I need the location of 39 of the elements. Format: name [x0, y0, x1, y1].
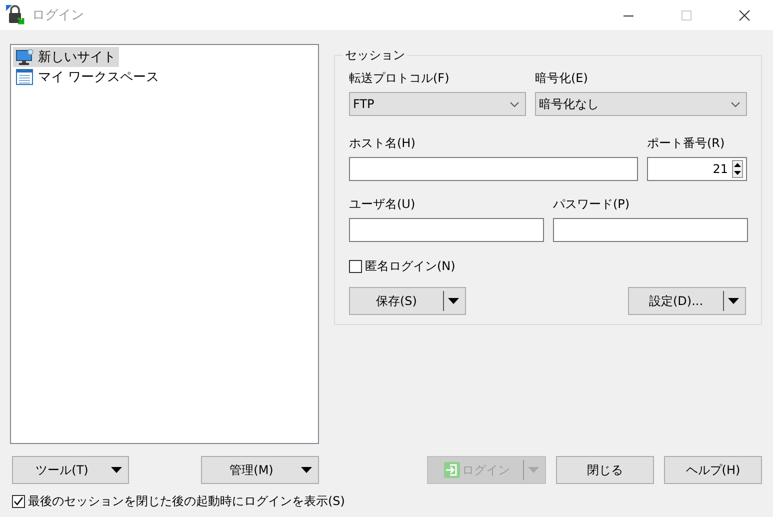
manage-button[interactable]: 管理(M) — [201, 456, 319, 484]
group-title: セッション — [344, 47, 406, 64]
site-tree-item[interactable]: マイ ワークスペース — [13, 67, 162, 87]
field-label: ホスト名(H) — [349, 135, 416, 151]
field-label: ポート番号(R) — [647, 135, 726, 151]
caret-icon — [111, 467, 122, 473]
field-label: ユーザ名(U) — [349, 196, 416, 212]
window-title: ログイン — [32, 7, 85, 24]
password-input-field[interactable] — [553, 218, 748, 242]
checkbox-label: 最後のセッションを閉じた後の起動時にログインを表示(S) — [28, 493, 345, 510]
settings-button[interactable]: 設定(D)... — [628, 287, 746, 315]
protocol-dropdown[interactable]: FTP — [349, 92, 526, 116]
help-button[interactable]: ヘルプ(H) — [664, 456, 762, 484]
checkbox[interactable] — [349, 260, 362, 273]
field-label: パスワード(P) — [553, 196, 631, 212]
checkbox[interactable] — [12, 495, 25, 508]
login-icon — [444, 462, 460, 478]
chevron-icon — [510, 102, 519, 106]
close-icon[interactable] — [738, 10, 750, 20]
encryption-dropdown[interactable]: 暗号化なし — [535, 92, 747, 116]
caret-icon — [448, 298, 459, 304]
caret-icon — [728, 298, 739, 304]
table-icon — [16, 69, 34, 85]
port-input-field[interactable]: 21 — [647, 157, 747, 181]
site-tree-item[interactable]: 新しいサイト — [13, 47, 119, 67]
save-button[interactable]: 保存(S) — [349, 287, 466, 315]
monitor-icon — [16, 48, 34, 66]
lock-icon — [6, 5, 26, 25]
caret-icon — [528, 467, 539, 473]
spinner-icon[interactable] — [732, 160, 743, 178]
chevron-icon — [731, 102, 740, 106]
close-button[interactable]: 閉じる — [556, 456, 654, 484]
field-label: 暗号化(E) — [535, 70, 589, 86]
tools-button[interactable]: ツール(T) — [12, 456, 129, 484]
field-label: 転送プロトコル(F) — [349, 70, 450, 86]
caret-icon — [301, 467, 312, 473]
checkbox-label: 匿名ログイン(N) — [365, 258, 456, 275]
host-input-field[interactable] — [349, 157, 638, 181]
username-input-field[interactable] — [349, 218, 544, 242]
